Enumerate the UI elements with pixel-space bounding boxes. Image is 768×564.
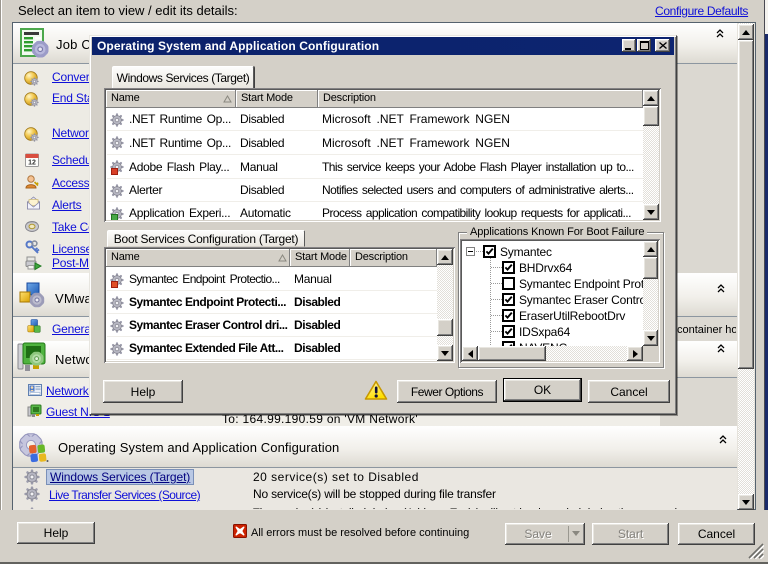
svg-text:12: 12	[28, 160, 36, 167]
